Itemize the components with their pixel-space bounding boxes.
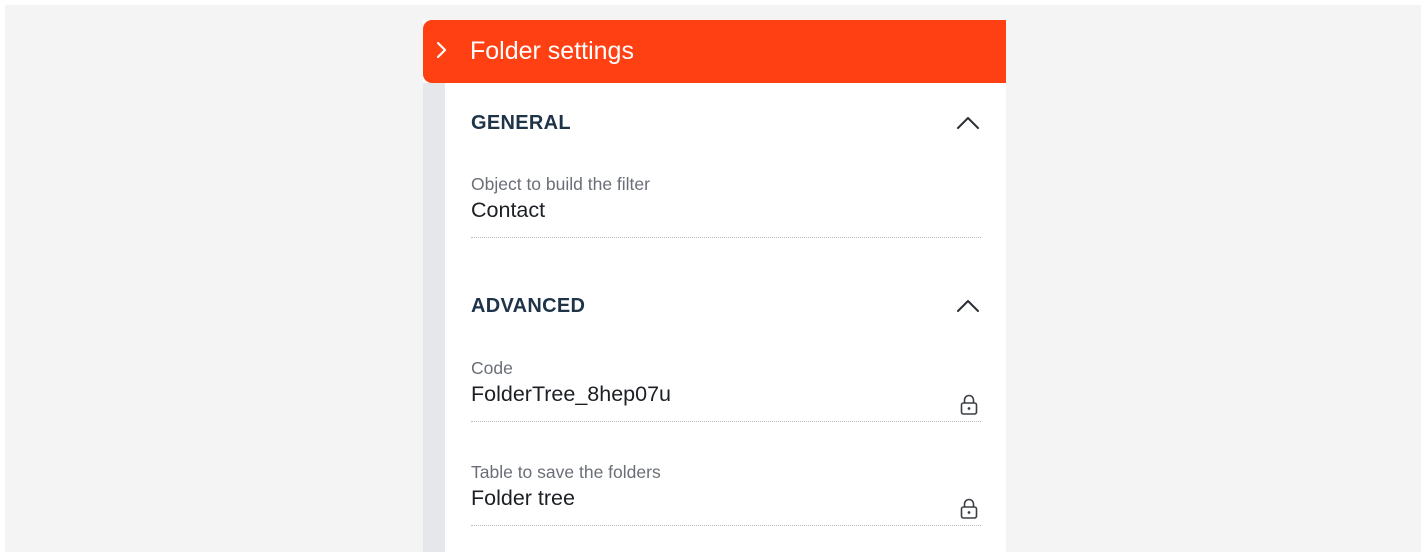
field-label: Code [471, 358, 513, 378]
field-label: Object to build the filter [471, 174, 650, 194]
field-value: Folder tree [471, 486, 575, 510]
lock-icon [959, 497, 979, 521]
field-value: FolderTree_8hep07u [471, 382, 672, 406]
field-value: Contact [471, 198, 546, 222]
lock-icon [959, 393, 979, 417]
section-title-advanced: ADVANCED [471, 295, 586, 317]
collapse-panel-button[interactable] [428, 39, 454, 65]
chevron-up-icon[interactable] [955, 293, 981, 319]
folder-settings-panel: Folder settings GENERAL Object to build … [423, 20, 1006, 552]
section-header-advanced[interactable]: ADVANCED [471, 291, 981, 321]
section-header-general[interactable]: GENERAL [471, 108, 981, 138]
panel-header: Folder settings [423, 20, 1006, 83]
object-filter-field[interactable]: Object to build the filter Contact [471, 174, 981, 238]
section-title-general: GENERAL [471, 112, 571, 134]
chevron-right-icon [434, 41, 448, 64]
chevron-up-icon[interactable] [955, 110, 981, 136]
panel-title: Folder settings [470, 37, 634, 65]
field-label: Table to save the folders [471, 462, 661, 482]
code-field[interactable]: Code FolderTree_8hep07u [471, 358, 981, 422]
folders-table-field[interactable]: Table to save the folders Folder tree [471, 462, 981, 526]
panel-left-rail [423, 83, 445, 552]
